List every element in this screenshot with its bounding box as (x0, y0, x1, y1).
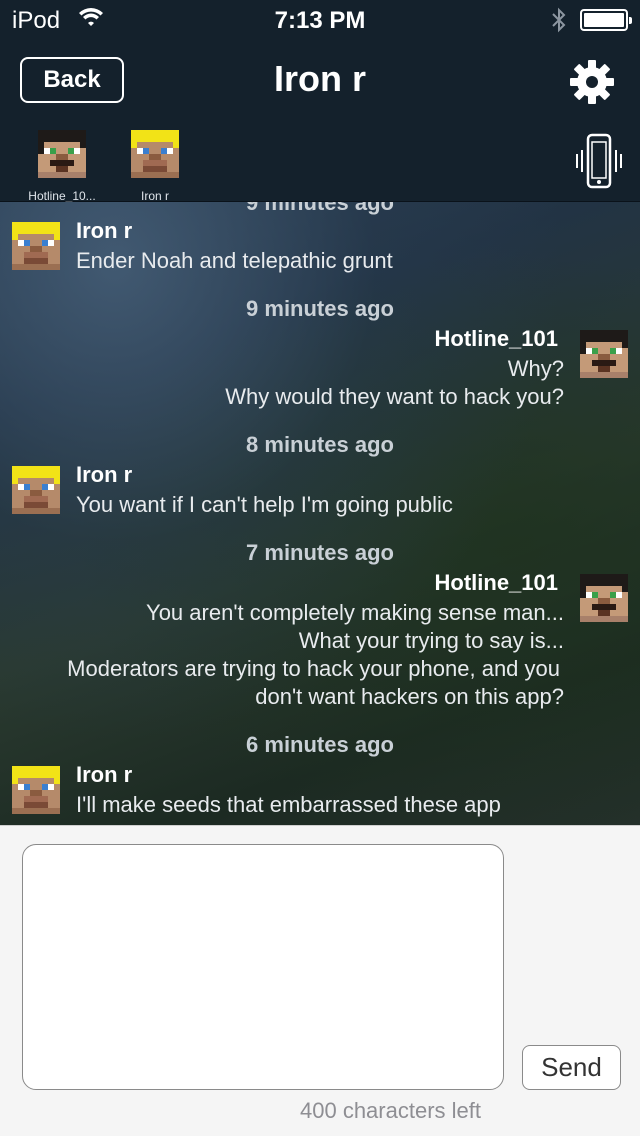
message-sender: Hotline_101 (434, 570, 559, 595)
message-text: Ender Noah and telepathic grunt (76, 248, 393, 273)
avatar (12, 766, 60, 814)
message-sender: Iron r (76, 462, 133, 487)
participant-iron[interactable]: Iron r (107, 130, 203, 203)
timestamp: 7 minutes ago (246, 540, 394, 565)
participant-hotline[interactable]: Hotline_10... (14, 130, 110, 203)
avatar (580, 330, 628, 378)
avatar (131, 130, 179, 178)
message-text: You aren't completely making sense man..… (146, 600, 564, 625)
message-text: Moderators are trying to hack your phone… (67, 656, 560, 681)
message-input[interactable] (22, 844, 504, 1090)
avatar (12, 466, 60, 514)
message-sender: Iron r (76, 218, 133, 243)
timestamp: 6 minutes ago (246, 732, 394, 757)
avatar (580, 574, 628, 622)
gear-icon[interactable] (568, 58, 616, 106)
message-text: I'll make seeds that embarrassed these a… (76, 792, 501, 817)
characters-left-counter: 400 characters left (300, 1098, 481, 1123)
message-text: Why? (507, 356, 564, 381)
status-bar: iPod 7:13 PM (0, 0, 640, 40)
message-text: You want if I can't help I'm going publi… (76, 492, 453, 517)
message-text: What your trying to say is... (298, 628, 564, 653)
message-text: don't want hackers on this app? (255, 684, 564, 709)
message-text: Why would they want to hack you? (225, 384, 564, 409)
clock: 7:13 PM (274, 7, 366, 34)
compose-area: Send 400 characters left (0, 825, 640, 1136)
timestamp: 8 minutes ago (246, 432, 394, 457)
participant-name: Iron r (140, 189, 169, 203)
timestamp: 9 minutes ago (246, 296, 394, 321)
avatar (12, 222, 60, 270)
send-button[interactable]: Send (522, 1045, 621, 1090)
message-list[interactable]: 9 minutes ago Iron r Ender Noah and tele… (0, 202, 640, 825)
battery-icon (580, 9, 632, 31)
participant-name: Hotline_10... (28, 189, 96, 203)
bluetooth-icon (552, 7, 566, 33)
vibrate-phone-icon[interactable] (574, 132, 624, 192)
page-title: Iron r (273, 58, 366, 99)
timestamp: 9 minutes ago (246, 202, 394, 215)
message-sender: Iron r (76, 762, 133, 787)
message-sender: Hotline_101 (434, 326, 559, 351)
top-bar: iPod 7:13 PM Back Iron r Hotline_10... I… (0, 0, 640, 203)
avatar (38, 130, 86, 178)
